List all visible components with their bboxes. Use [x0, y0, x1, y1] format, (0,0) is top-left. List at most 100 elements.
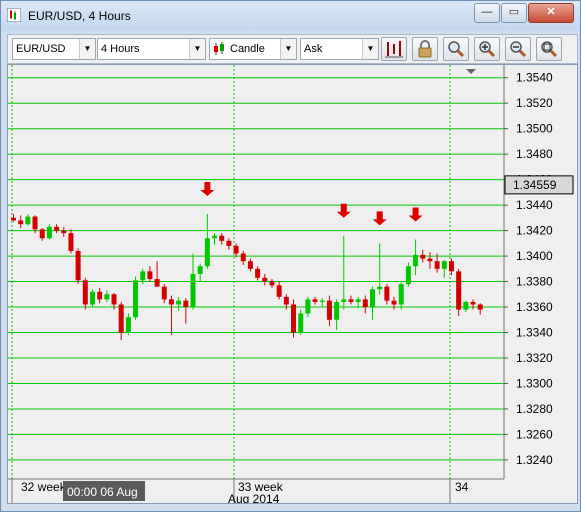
candle-body[interactable] [46, 226, 52, 239]
candle-body[interactable] [197, 266, 203, 274]
candle-body[interactable] [11, 217, 16, 221]
candlestick-chart[interactable]: 1.35401.35201.35001.34801.34601.34401.34… [8, 65, 577, 506]
candle-body[interactable] [477, 304, 483, 310]
close-button[interactable]: ✕ [528, 3, 574, 23]
candle-body[interactable] [377, 286, 383, 290]
zoom-fit-button[interactable] [536, 37, 562, 61]
candle-body[interactable] [204, 238, 210, 267]
candle-body[interactable] [269, 281, 275, 286]
candle-body[interactable] [427, 258, 433, 262]
candle-body[interactable] [183, 300, 189, 308]
candle-body[interactable] [190, 273, 196, 308]
candle-body[interactable] [18, 220, 24, 225]
candle-body[interactable] [133, 280, 139, 318]
candle-body[interactable] [441, 261, 447, 269]
candle-body[interactable] [219, 235, 225, 241]
price-tick-label: 1.3480 [516, 147, 553, 161]
candle-body[interactable] [97, 291, 103, 300]
candle-body[interactable] [168, 299, 174, 305]
chevron-down-icon: ▼ [362, 39, 378, 59]
candle-body[interactable] [125, 317, 131, 333]
time-label-32-week: 32 week [21, 480, 67, 494]
lock-button[interactable] [412, 37, 438, 61]
chart-toolbar: EUR/USD ▼ 4 Hours ▼ Candle ▼ Ask ▼ [7, 34, 578, 64]
candle-body[interactable] [118, 304, 124, 333]
candle-body[interactable] [247, 261, 253, 269]
period-select[interactable]: 4 Hours ▼ [97, 38, 206, 60]
price-tick-label: 1.3280 [516, 402, 553, 416]
candle-body[interactable] [319, 300, 325, 302]
candle-body[interactable] [362, 299, 368, 308]
side-select[interactable]: Ask ▼ [300, 38, 379, 60]
candle-body[interactable] [298, 313, 304, 333]
candle-body[interactable] [39, 229, 45, 239]
candle-body[interactable] [68, 233, 74, 251]
title-bar[interactable]: EUR/USD, 4 Hours — ▭ ✕ [1, 1, 580, 31]
candle-body[interactable] [276, 285, 282, 297]
instrument-value: EUR/USD [16, 43, 66, 55]
cursor-time-label: 00:00 06 Aug [67, 485, 138, 499]
candle-body[interactable] [355, 299, 361, 302]
candle-body[interactable] [391, 300, 397, 305]
candle-body[interactable] [405, 266, 411, 285]
restore-button[interactable]: ▭ [501, 3, 527, 23]
candle-body[interactable] [305, 299, 311, 314]
zoom-select-button[interactable] [443, 37, 469, 61]
chevron-down-icon: ▼ [280, 39, 296, 59]
candle-body[interactable] [341, 299, 347, 302]
candle-body[interactable] [463, 301, 469, 310]
chart-type-select[interactable]: Candle ▼ [209, 38, 297, 60]
candle-body[interactable] [104, 294, 110, 300]
candle-body[interactable] [334, 301, 340, 320]
candle-body[interactable] [255, 268, 261, 278]
price-tick-label: 1.3320 [516, 351, 553, 365]
candle-body[interactable] [54, 226, 60, 231]
candle-body[interactable] [32, 216, 38, 230]
window-title: EUR/USD, 4 Hours [28, 9, 131, 23]
chevron-down-icon: ▼ [79, 39, 95, 59]
zoom-out-button[interactable] [505, 37, 531, 61]
candle-body[interactable] [154, 279, 160, 287]
candle-body[interactable] [370, 289, 375, 308]
candle-body[interactable] [161, 286, 167, 300]
candle-body[interactable] [456, 271, 462, 310]
period-value: 4 Hours [101, 43, 140, 55]
candle-body[interactable] [233, 245, 239, 254]
candle-body[interactable] [262, 277, 268, 282]
candle-body[interactable] [25, 216, 31, 225]
bar-chart-button[interactable] [381, 37, 407, 61]
candle-body[interactable] [326, 300, 332, 320]
chart-type-value: Candle [230, 43, 265, 55]
candle-body[interactable] [413, 254, 419, 267]
price-tick-label: 1.3440 [516, 198, 553, 212]
candle-body[interactable] [384, 286, 390, 301]
candle-body[interactable] [111, 294, 117, 305]
candle-body[interactable] [348, 299, 354, 302]
candle-body[interactable] [82, 280, 88, 305]
minimize-button[interactable]: — [474, 3, 500, 23]
candle-body[interactable] [226, 240, 232, 246]
candle-body[interactable] [212, 235, 218, 239]
candle-body[interactable] [470, 301, 476, 305]
candle-body[interactable] [283, 296, 289, 305]
candle-body[interactable] [61, 230, 67, 234]
candle-body[interactable] [434, 261, 440, 269]
candle-body[interactable] [291, 304, 297, 333]
zoom-fit-icon [541, 41, 558, 58]
candle-body[interactable] [89, 291, 95, 305]
candle-body[interactable] [312, 299, 318, 302]
zoom-in-button[interactable] [474, 37, 500, 61]
candle-body[interactable] [75, 250, 81, 281]
candle-body[interactable] [398, 284, 404, 305]
price-tick-label: 1.3340 [516, 326, 553, 340]
candle-body[interactable] [147, 271, 153, 280]
candle-body[interactable] [420, 254, 426, 259]
price-tick-label: 1.3540 [516, 71, 553, 85]
candle-body[interactable] [176, 300, 182, 305]
candle-body[interactable] [240, 253, 246, 262]
chart-panel[interactable]: 1.35401.35201.35001.34801.34601.34401.34… [7, 64, 578, 506]
bar-chart-icon [385, 41, 403, 58]
candle-body[interactable] [140, 271, 146, 281]
candle-body[interactable] [448, 261, 454, 272]
instrument-select[interactable]: EUR/USD ▼ [12, 38, 96, 60]
